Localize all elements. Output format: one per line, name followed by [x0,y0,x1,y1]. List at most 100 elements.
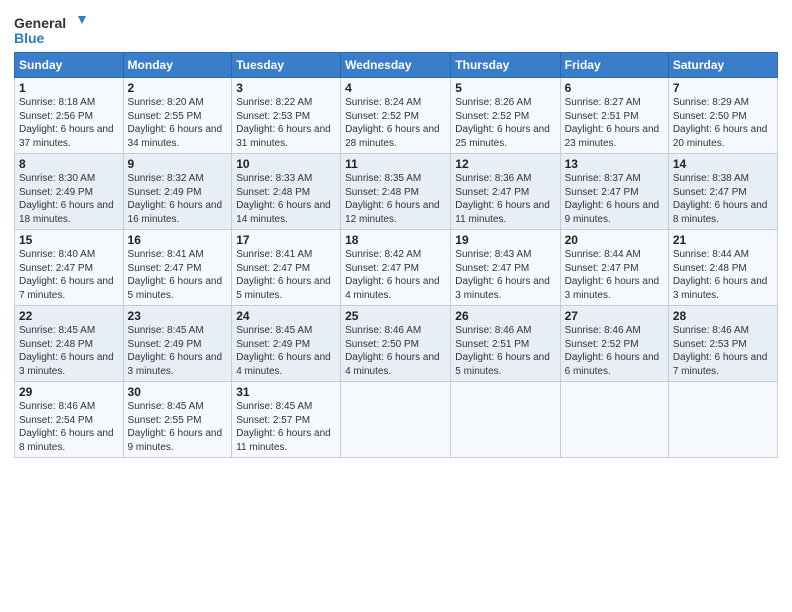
calendar-day-header: Saturday [668,53,777,78]
calendar-day-cell: 13Sunrise: 8:37 AM Sunset: 2:47 PM Dayli… [560,154,668,230]
calendar-day-cell: 18Sunrise: 8:42 AM Sunset: 2:47 PM Dayli… [341,230,451,306]
calendar-day-cell: 6Sunrise: 8:27 AM Sunset: 2:51 PM Daylig… [560,78,668,154]
calendar-day-header: Friday [560,53,668,78]
day-number: 14 [673,157,773,171]
day-info: Sunrise: 8:30 AM Sunset: 2:49 PM Dayligh… [19,172,119,226]
day-number: 18 [345,233,446,247]
day-number: 30 [128,385,228,399]
day-number: 31 [236,385,336,399]
calendar-day-cell: 11Sunrise: 8:35 AM Sunset: 2:48 PM Dayli… [341,154,451,230]
calendar-day-cell: 10Sunrise: 8:33 AM Sunset: 2:48 PM Dayli… [232,154,341,230]
day-info: Sunrise: 8:46 AM Sunset: 2:52 PM Dayligh… [565,324,664,378]
day-number: 26 [455,309,555,323]
day-info: Sunrise: 8:45 AM Sunset: 2:49 PM Dayligh… [128,324,228,378]
day-info: Sunrise: 8:29 AM Sunset: 2:50 PM Dayligh… [673,96,773,150]
calendar-day-cell: 14Sunrise: 8:38 AM Sunset: 2:47 PM Dayli… [668,154,777,230]
day-info: Sunrise: 8:24 AM Sunset: 2:52 PM Dayligh… [345,96,446,150]
calendar-day-cell: 17Sunrise: 8:41 AM Sunset: 2:47 PM Dayli… [232,230,341,306]
day-info: Sunrise: 8:44 AM Sunset: 2:47 PM Dayligh… [565,248,664,302]
day-number: 16 [128,233,228,247]
calendar-day-cell [451,382,560,458]
day-info: Sunrise: 8:45 AM Sunset: 2:55 PM Dayligh… [128,400,228,454]
day-number: 5 [455,81,555,95]
calendar-day-cell [341,382,451,458]
day-number: 24 [236,309,336,323]
day-info: Sunrise: 8:32 AM Sunset: 2:49 PM Dayligh… [128,172,228,226]
day-info: Sunrise: 8:37 AM Sunset: 2:47 PM Dayligh… [565,172,664,226]
calendar-day-cell: 19Sunrise: 8:43 AM Sunset: 2:47 PM Dayli… [451,230,560,306]
day-info: Sunrise: 8:45 AM Sunset: 2:57 PM Dayligh… [236,400,336,454]
day-number: 21 [673,233,773,247]
calendar-day-cell: 23Sunrise: 8:45 AM Sunset: 2:49 PM Dayli… [123,306,232,382]
calendar-week-row: 1Sunrise: 8:18 AM Sunset: 2:56 PM Daylig… [15,78,778,154]
calendar-day-cell: 7Sunrise: 8:29 AM Sunset: 2:50 PM Daylig… [668,78,777,154]
day-info: Sunrise: 8:46 AM Sunset: 2:51 PM Dayligh… [455,324,555,378]
day-info: Sunrise: 8:46 AM Sunset: 2:53 PM Dayligh… [673,324,773,378]
day-info: Sunrise: 8:45 AM Sunset: 2:49 PM Dayligh… [236,324,336,378]
calendar-day-header: Tuesday [232,53,341,78]
day-info: Sunrise: 8:45 AM Sunset: 2:48 PM Dayligh… [19,324,119,378]
day-number: 23 [128,309,228,323]
calendar-day-cell: 8Sunrise: 8:30 AM Sunset: 2:49 PM Daylig… [15,154,124,230]
day-info: Sunrise: 8:36 AM Sunset: 2:47 PM Dayligh… [455,172,555,226]
day-number: 19 [455,233,555,247]
day-number: 12 [455,157,555,171]
calendar-day-header: Wednesday [341,53,451,78]
day-number: 22 [19,309,119,323]
calendar-day-cell: 28Sunrise: 8:46 AM Sunset: 2:53 PM Dayli… [668,306,777,382]
calendar-day-cell: 9Sunrise: 8:32 AM Sunset: 2:49 PM Daylig… [123,154,232,230]
day-info: Sunrise: 8:42 AM Sunset: 2:47 PM Dayligh… [345,248,446,302]
day-number: 6 [565,81,664,95]
calendar-week-row: 22Sunrise: 8:45 AM Sunset: 2:48 PM Dayli… [15,306,778,382]
day-number: 7 [673,81,773,95]
day-number: 9 [128,157,228,171]
calendar-day-cell [668,382,777,458]
logo-general: General [14,15,66,31]
day-number: 3 [236,81,336,95]
day-info: Sunrise: 8:26 AM Sunset: 2:52 PM Dayligh… [455,96,555,150]
calendar: SundayMondayTuesdayWednesdayThursdayFrid… [14,52,778,458]
calendar-week-row: 15Sunrise: 8:40 AM Sunset: 2:47 PM Dayli… [15,230,778,306]
day-number: 29 [19,385,119,399]
day-info: Sunrise: 8:27 AM Sunset: 2:51 PM Dayligh… [565,96,664,150]
day-info: Sunrise: 8:41 AM Sunset: 2:47 PM Dayligh… [128,248,228,302]
day-number: 15 [19,233,119,247]
calendar-day-cell: 3Sunrise: 8:22 AM Sunset: 2:53 PM Daylig… [232,78,341,154]
day-number: 28 [673,309,773,323]
calendar-day-cell: 5Sunrise: 8:26 AM Sunset: 2:52 PM Daylig… [451,78,560,154]
calendar-week-row: 8Sunrise: 8:30 AM Sunset: 2:49 PM Daylig… [15,154,778,230]
day-info: Sunrise: 8:43 AM Sunset: 2:47 PM Dayligh… [455,248,555,302]
logo: General Blue [14,14,86,46]
day-info: Sunrise: 8:46 AM Sunset: 2:54 PM Dayligh… [19,400,119,454]
day-number: 8 [19,157,119,171]
day-number: 17 [236,233,336,247]
calendar-day-cell: 24Sunrise: 8:45 AM Sunset: 2:49 PM Dayli… [232,306,341,382]
day-number: 27 [565,309,664,323]
day-number: 11 [345,157,446,171]
day-number: 20 [565,233,664,247]
day-info: Sunrise: 8:35 AM Sunset: 2:48 PM Dayligh… [345,172,446,226]
day-info: Sunrise: 8:18 AM Sunset: 2:56 PM Dayligh… [19,96,119,150]
day-info: Sunrise: 8:44 AM Sunset: 2:48 PM Dayligh… [673,248,773,302]
calendar-day-cell: 15Sunrise: 8:40 AM Sunset: 2:47 PM Dayli… [15,230,124,306]
calendar-day-header: Monday [123,53,232,78]
day-info: Sunrise: 8:20 AM Sunset: 2:55 PM Dayligh… [128,96,228,150]
calendar-day-cell: 26Sunrise: 8:46 AM Sunset: 2:51 PM Dayli… [451,306,560,382]
calendar-day-cell: 20Sunrise: 8:44 AM Sunset: 2:47 PM Dayli… [560,230,668,306]
calendar-day-cell: 16Sunrise: 8:41 AM Sunset: 2:47 PM Dayli… [123,230,232,306]
day-number: 2 [128,81,228,95]
calendar-day-cell: 12Sunrise: 8:36 AM Sunset: 2:47 PM Dayli… [451,154,560,230]
calendar-header-row: SundayMondayTuesdayWednesdayThursdayFrid… [15,53,778,78]
calendar-day-cell: 1Sunrise: 8:18 AM Sunset: 2:56 PM Daylig… [15,78,124,154]
calendar-day-cell: 21Sunrise: 8:44 AM Sunset: 2:48 PM Dayli… [668,230,777,306]
logo-blue: Blue [14,30,86,46]
day-number: 10 [236,157,336,171]
day-info: Sunrise: 8:22 AM Sunset: 2:53 PM Dayligh… [236,96,336,150]
page: General Blue SundayMondayTuesdayWednesda… [0,0,792,612]
calendar-day-header: Thursday [451,53,560,78]
day-number: 25 [345,309,446,323]
day-info: Sunrise: 8:40 AM Sunset: 2:47 PM Dayligh… [19,248,119,302]
calendar-day-cell: 22Sunrise: 8:45 AM Sunset: 2:48 PM Dayli… [15,306,124,382]
day-info: Sunrise: 8:41 AM Sunset: 2:47 PM Dayligh… [236,248,336,302]
calendar-day-cell: 31Sunrise: 8:45 AM Sunset: 2:57 PM Dayli… [232,382,341,458]
